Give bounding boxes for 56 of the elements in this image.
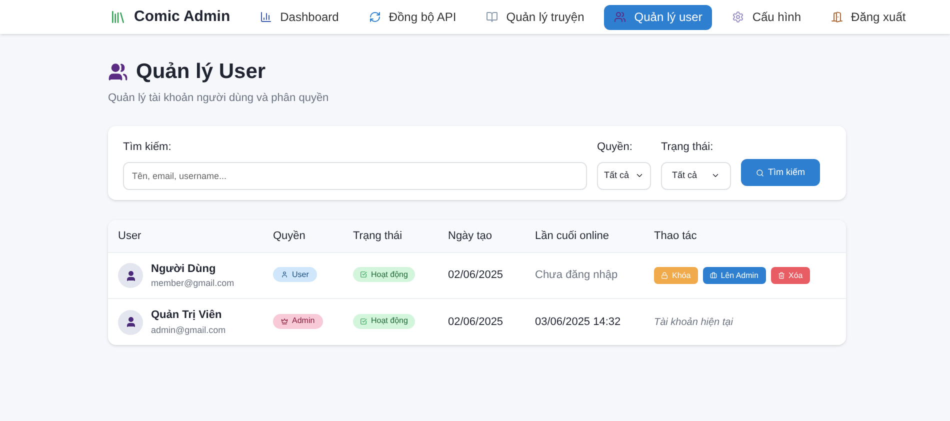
person-icon	[124, 316, 136, 328]
nav-link[interactable]: Đồng bộ API	[358, 4, 466, 30]
user-email: member@gmail.com	[151, 277, 234, 290]
role-label: Quyền:	[597, 140, 634, 155]
sync-icon	[368, 11, 381, 23]
role-dropdown[interactable]: Tất cả	[597, 162, 651, 190]
page-title: Quản lý User	[136, 59, 266, 85]
role-badge: Admin	[273, 314, 323, 329]
nav-link[interactable]: Cấu hình	[722, 4, 812, 30]
users-icon	[614, 11, 626, 23]
user-icon	[281, 271, 288, 278]
trash-icon	[778, 272, 784, 279]
crown-icon	[281, 318, 288, 325]
status-dropdown[interactable]: Tất cả	[661, 162, 731, 190]
brand-name[interactable]: Comic Admin	[134, 6, 230, 28]
search-field[interactable]: Tên, email, username...	[123, 162, 587, 190]
status-badge: Hoạt động	[353, 314, 415, 329]
search-button[interactable]: Tìm kiếm	[741, 159, 820, 186]
status-badge: Hoạt động	[353, 267, 415, 282]
user-email: admin@gmail.com	[151, 324, 226, 337]
nav-link[interactable]: Quản lý user	[604, 4, 712, 30]
search-label: Tìm kiếm:	[123, 140, 172, 155]
column-header: Thao tác	[654, 228, 697, 244]
page-subtitle: Quản lý tài khoản người dùng và phân quyền	[108, 90, 330, 106]
column-header: Quyền	[273, 228, 306, 244]
last-online: Chưa đăng nhập	[535, 268, 619, 284]
search-icon	[756, 168, 764, 176]
nav-link[interactable]: Dashboard	[250, 4, 349, 30]
column-header: Ngày tạo	[448, 228, 494, 244]
lock-icon	[661, 272, 668, 279]
person-icon	[124, 270, 136, 282]
gear-icon	[732, 11, 744, 23]
nav-link[interactable]: Đăng xuất	[821, 4, 916, 30]
users-icon	[108, 62, 128, 82]
promote-button[interactable]: Lên Admin	[702, 267, 766, 284]
door-icon	[831, 11, 844, 23]
column-header: Lần cuối online	[535, 228, 610, 244]
nav-link[interactable]: Quản lý truyện	[476, 4, 594, 30]
check-icon	[360, 318, 367, 325]
books-icon	[110, 9, 126, 25]
column-header: User	[118, 228, 142, 244]
user-name: Quản Trị Viên	[151, 308, 223, 323]
check-icon	[360, 271, 367, 278]
chevron-icon	[711, 171, 720, 180]
briefcase-icon	[710, 272, 717, 279]
book-icon	[486, 11, 498, 23]
created-date: 02/06/2025	[448, 314, 504, 330]
role-badge: User	[273, 267, 317, 282]
status-label: Trạng thái:	[661, 140, 714, 155]
column-header: Trạng thái	[353, 228, 404, 244]
chevron-icon	[635, 171, 644, 180]
created-date: 02/06/2025	[448, 268, 504, 284]
current-account-note: Tài khoản hiện tại	[654, 316, 733, 330]
user-name: Người Dùng	[151, 262, 217, 276]
last-online: 03/06/2025 14:32	[535, 314, 622, 330]
chart-icon	[260, 11, 272, 23]
